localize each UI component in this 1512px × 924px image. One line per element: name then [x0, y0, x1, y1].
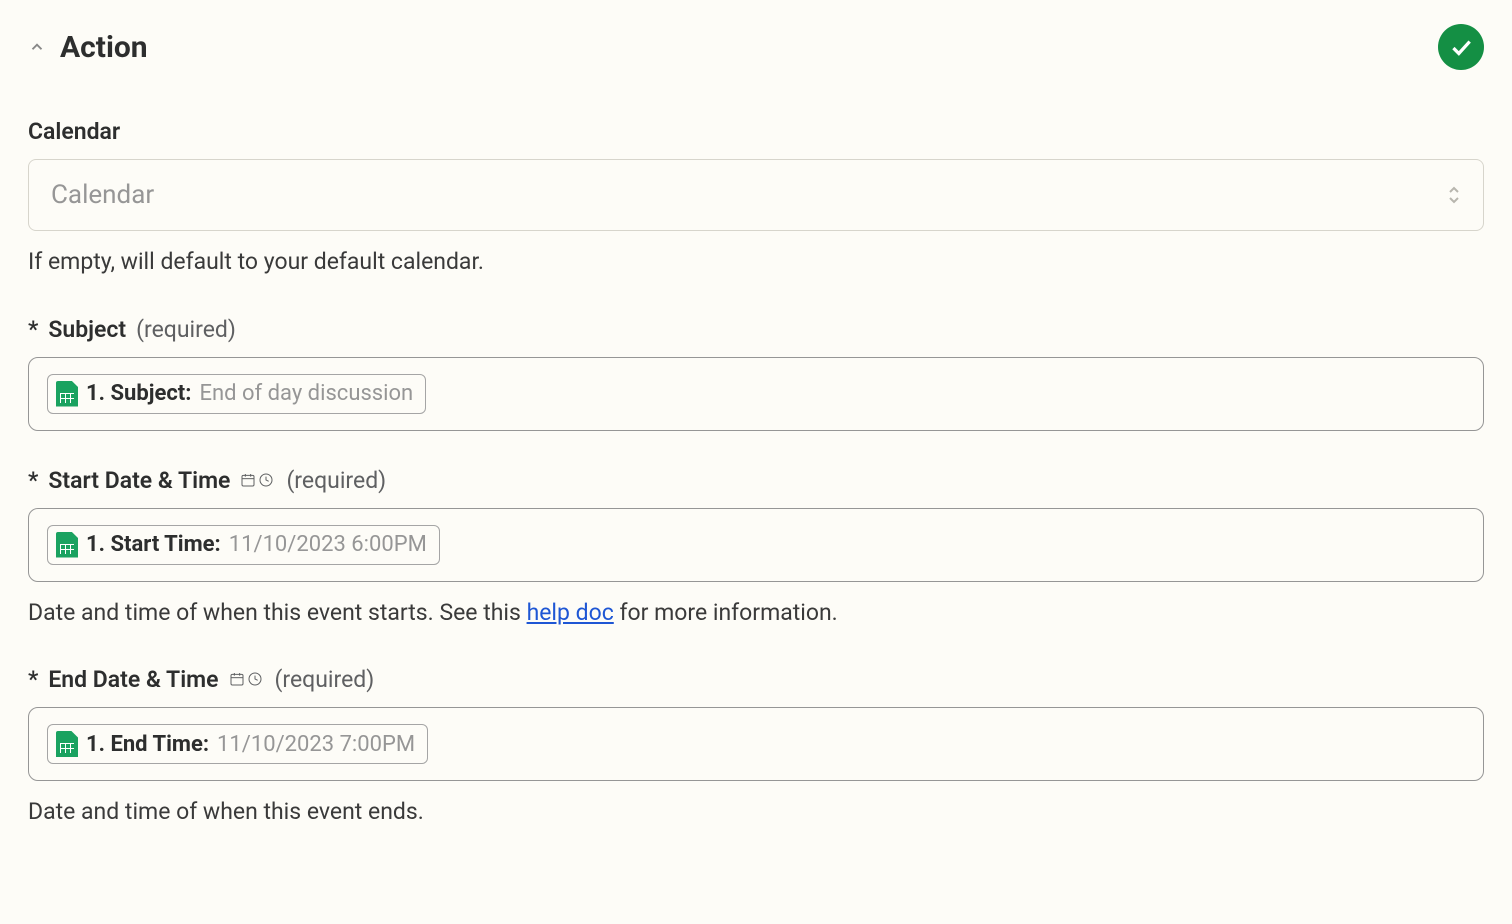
required-tag: (required) [286, 467, 386, 494]
field-calendar-label-row: Calendar [28, 118, 1484, 145]
required-tag: (required) [275, 666, 375, 693]
required-tag: (required) [136, 316, 236, 343]
status-check-badge [1438, 24, 1484, 70]
start-pill-label: 1. Start Time: [86, 532, 221, 557]
required-star: * [28, 316, 38, 343]
check-icon [1448, 34, 1474, 60]
field-start-label: Start Date & Time [48, 467, 230, 494]
section-title: Action [60, 30, 148, 65]
required-star: * [28, 666, 38, 693]
start-helper-prefix: Date and time of when this event starts.… [28, 599, 527, 626]
end-pill-value: 11/10/2023 7:00PM [217, 732, 415, 757]
end-datetime-pill[interactable]: 1. End Time: 11/10/2023 7:00PM [47, 724, 428, 764]
section-header-left[interactable]: Action [28, 30, 148, 65]
chevron-up-icon [28, 38, 46, 56]
sheets-icon [56, 381, 78, 407]
field-subject-label-row: * Subject (required) [28, 316, 1484, 343]
field-end-label-row: * End Date & Time (required) [28, 666, 1484, 693]
field-start-datetime: * Start Date & Time (required) 1. Start … [28, 467, 1484, 631]
datetime-type-icons [240, 472, 274, 488]
start-helper-suffix: for more information. [614, 599, 838, 626]
required-star: * [28, 467, 38, 494]
subject-input[interactable]: 1. Subject: End of day discussion [28, 357, 1484, 431]
subject-pill[interactable]: 1. Subject: End of day discussion [47, 374, 426, 414]
calendar-dropdown-placeholder: Calendar [51, 180, 154, 210]
field-start-label-row: * Start Date & Time (required) [28, 467, 1484, 494]
field-calendar-label: Calendar [28, 118, 120, 145]
start-datetime-input[interactable]: 1. Start Time: 11/10/2023 6:00PM [28, 508, 1484, 582]
field-end-datetime: * End Date & Time (required) 1. End Time… [28, 666, 1484, 830]
end-datetime-input[interactable]: 1. End Time: 11/10/2023 7:00PM [28, 707, 1484, 781]
field-calendar: Calendar Calendar If empty, will default… [28, 118, 1484, 280]
field-end-label: End Date & Time [48, 666, 218, 693]
start-pill-value: 11/10/2023 6:00PM [229, 532, 427, 557]
field-subject: * Subject (required) 1. Subject: End of … [28, 316, 1484, 431]
section-header: Action [28, 24, 1484, 70]
sheets-icon [56, 532, 78, 558]
subject-pill-label: 1. Subject: [86, 381, 191, 406]
calendar-icon [240, 472, 256, 488]
clock-icon [258, 472, 274, 488]
calendar-dropdown[interactable]: Calendar [28, 159, 1484, 231]
start-helper-text: Date and time of when this event starts.… [28, 596, 1484, 631]
help-doc-link[interactable]: help doc [527, 599, 614, 626]
sheets-icon [56, 731, 78, 757]
clock-icon [247, 671, 263, 687]
subject-pill-value: End of day discussion [199, 381, 413, 406]
calendar-helper-text: If empty, will default to your default c… [28, 245, 1484, 280]
select-arrows-icon [1447, 185, 1461, 205]
start-datetime-pill[interactable]: 1. Start Time: 11/10/2023 6:00PM [47, 525, 440, 565]
end-helper-text: Date and time of when this event ends. [28, 795, 1484, 830]
field-subject-label: Subject [48, 316, 126, 343]
datetime-type-icons [229, 671, 263, 687]
end-pill-label: 1. End Time: [86, 732, 209, 757]
calendar-icon [229, 671, 245, 687]
